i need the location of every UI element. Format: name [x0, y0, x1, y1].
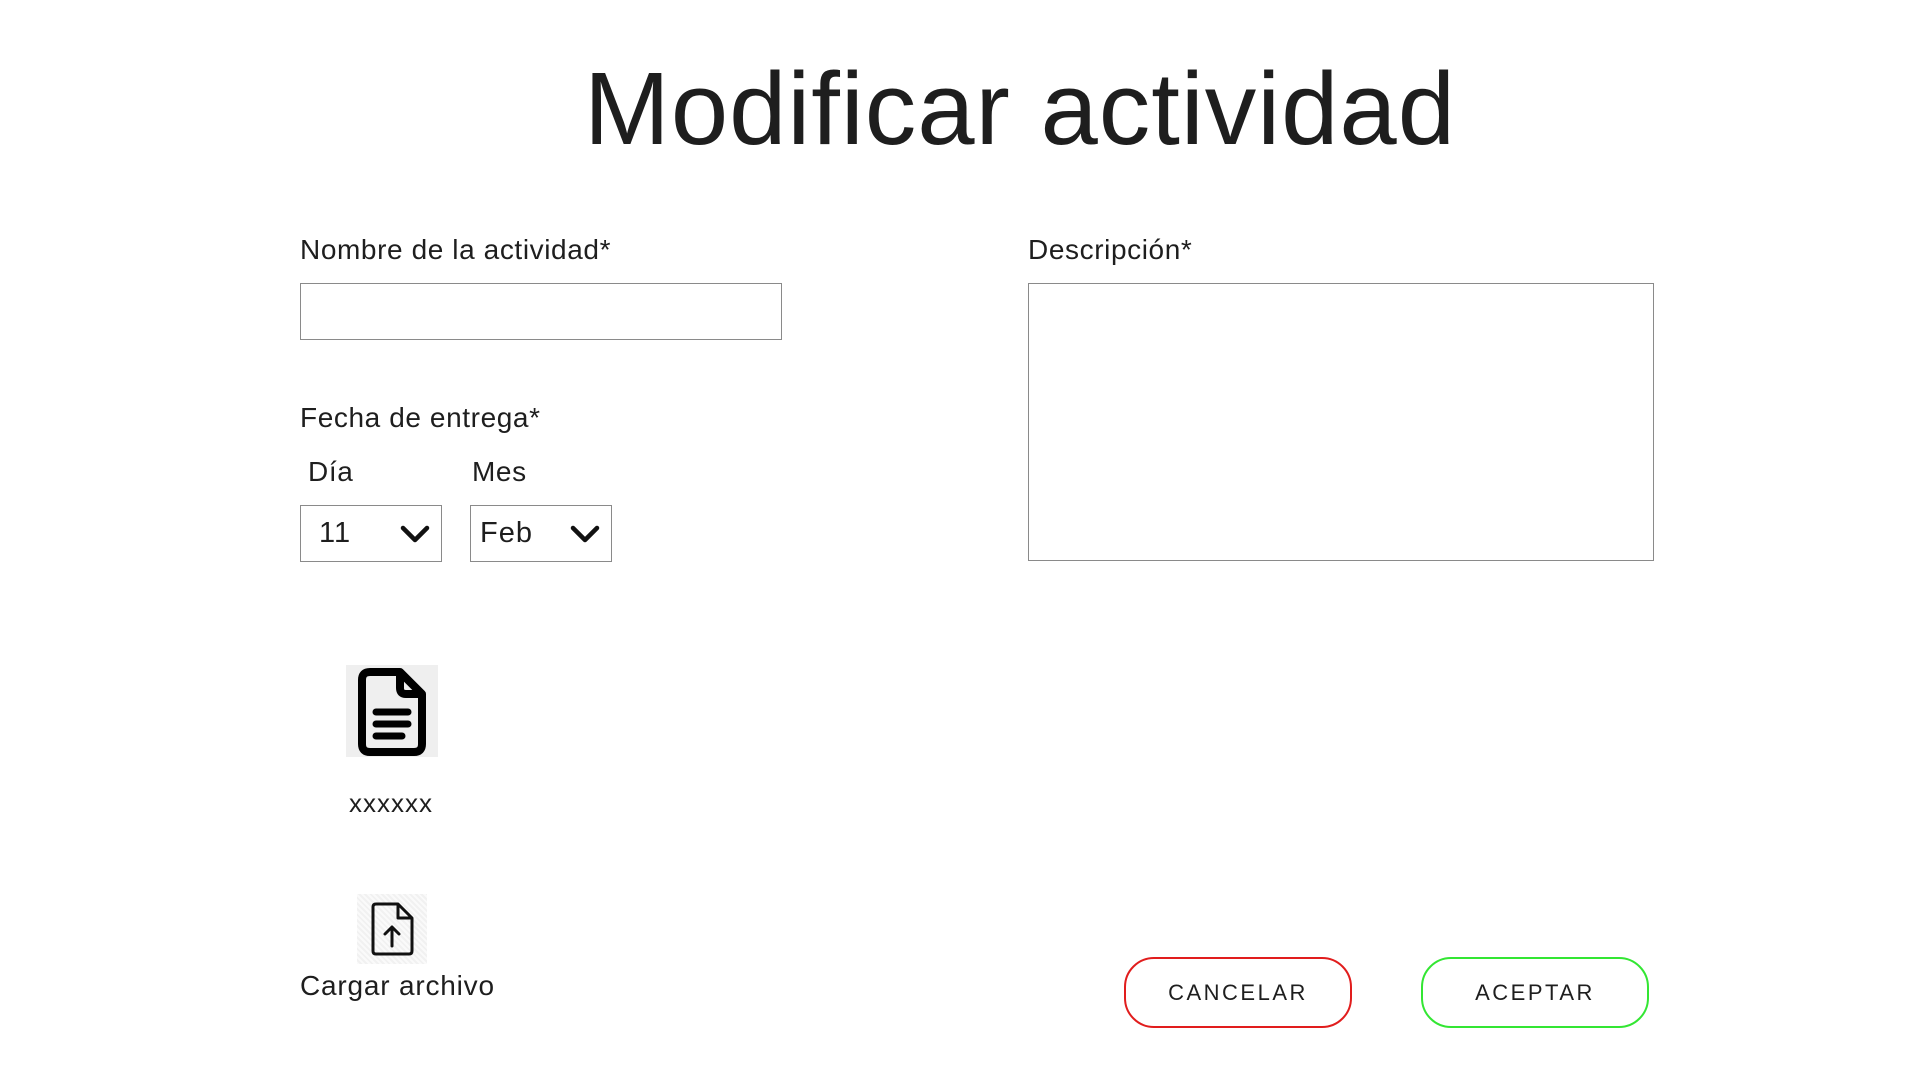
file-upload-icon[interactable] — [357, 894, 427, 964]
description-textarea[interactable] — [1028, 283, 1654, 561]
attached-file-name: xxxxxx — [349, 788, 433, 818]
document-icon — [358, 668, 426, 756]
description-label: Descripción* — [1028, 234, 1193, 265]
day-label: Día — [308, 456, 354, 487]
month-label: Mes — [472, 456, 527, 487]
day-select-value: 11 — [319, 517, 352, 549]
activity-name-input[interactable] — [300, 283, 782, 340]
file-upload-glyph — [371, 902, 414, 956]
attached-file-tile[interactable] — [346, 665, 438, 757]
chevron-down-icon — [570, 525, 600, 542]
cancel-button[interactable]: CANCELAR — [1124, 957, 1352, 1028]
due-date-label: Fecha de entrega* — [300, 402, 541, 433]
accept-button[interactable]: ACEPTAR — [1421, 957, 1649, 1028]
upload-file-link[interactable]: Cargar archivo — [300, 970, 495, 1002]
month-select-value: Feb — [480, 517, 533, 549]
page-title: Modificar actividad — [584, 51, 1456, 166]
month-select[interactable]: Feb — [470, 505, 612, 562]
activity-name-label: Nombre de la actividad* — [300, 234, 612, 265]
modify-activity-page: Modificar actividad Nombre de la activid… — [0, 0, 1920, 1080]
day-select[interactable]: 11 — [300, 505, 442, 562]
chevron-down-icon — [400, 525, 430, 542]
